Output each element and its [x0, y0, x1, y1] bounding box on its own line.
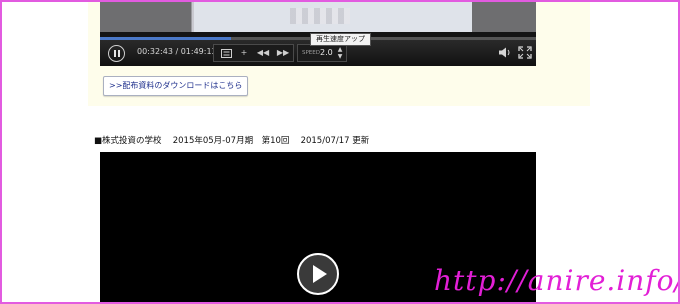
speed-stepper[interactable]: ▲ ▼ — [336, 46, 344, 60]
watermark: http://anire.info/ — [434, 264, 680, 297]
chapter-list-icon — [220, 49, 232, 58]
pause-icon-bar-left — [114, 50, 116, 57]
bookmark-button[interactable]: + — [237, 45, 251, 61]
window-frame: 再生速度アップ 00:32:43 / 01:49:13 + ◀◀ ▶▶ SPEE… — [0, 0, 680, 304]
volume-icon[interactable] — [498, 46, 512, 59]
playback-button-group: + ◀◀ ▶▶ — [213, 44, 294, 62]
speed-up-tooltip: 再生速度アップ — [310, 33, 371, 46]
section-title: ■株式投資の学校 2015年05月-07月期 第10回 2015/07/17 更… — [94, 136, 370, 146]
speed-control[interactable]: SPEED 2.0 ▲ ▼ — [297, 44, 347, 62]
fast-forward-button[interactable]: ▶▶ — [274, 45, 292, 61]
video-player-top[interactable]: 再生速度アップ 00:32:43 / 01:49:13 + ◀◀ ▶▶ SPEE… — [100, 2, 536, 66]
play-button[interactable] — [297, 253, 339, 295]
download-materials-button[interactable]: >>配布資料のダウンロードはこちら — [103, 76, 249, 96]
speed-value: 2.0 — [320, 48, 333, 57]
video-frame[interactable] — [100, 2, 536, 32]
pause-button[interactable] — [108, 45, 125, 62]
play-icon — [313, 265, 327, 283]
chapter-list-button[interactable] — [217, 45, 235, 61]
speed-down-icon[interactable]: ▼ — [336, 53, 344, 60]
time-display: 00:32:43 / 01:49:13 — [137, 47, 217, 56]
rewind-button[interactable]: ◀◀ — [254, 45, 272, 61]
video-blur — [290, 8, 350, 24]
speed-label: SPEED — [302, 50, 320, 56]
fullscreen-icon[interactable] — [518, 46, 532, 59]
pause-icon-bar-right — [118, 50, 120, 57]
speed-up-icon[interactable]: ▲ — [336, 46, 344, 53]
